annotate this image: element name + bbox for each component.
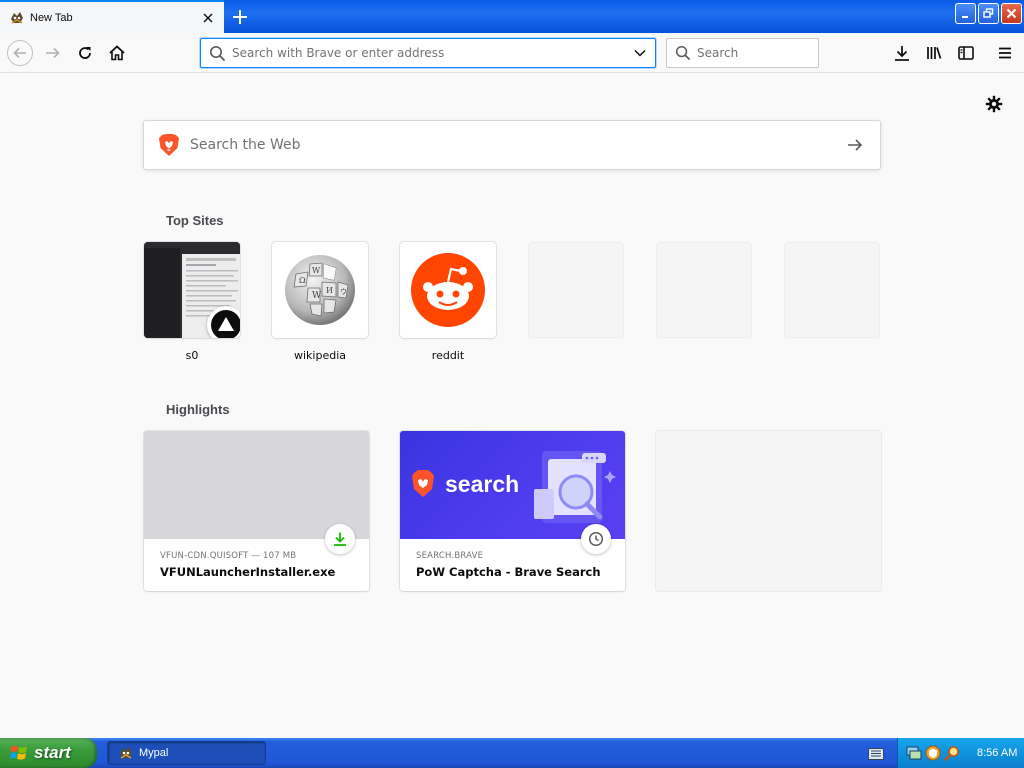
clock: 8:56 AM — [977, 747, 1018, 759]
card-title: VFUNLauncherInstaller.exe — [160, 565, 336, 579]
mypal-icon — [9, 10, 25, 26]
top-site-empty[interactable] — [784, 242, 880, 338]
card-host: VFUN-CDN.QUISOFT — 107 MB — [160, 551, 297, 561]
svg-text:W: W — [312, 291, 322, 301]
site-thumbnail[interactable] — [144, 242, 240, 338]
top-site-empty[interactable] — [528, 242, 624, 338]
card-preview: search — [400, 431, 625, 539]
search-bar[interactable] — [666, 38, 819, 68]
site-thumbnail[interactable]: Ω W W И ウ — [272, 242, 368, 338]
library-icon — [927, 47, 942, 59]
minimize-button[interactable] — [955, 3, 976, 24]
brave-search-banner: search — [412, 451, 616, 523]
web-search-input[interactable] — [190, 137, 846, 153]
svg-text:ウ: ウ — [340, 288, 347, 296]
reload-button[interactable] — [71, 39, 99, 67]
brave-lion-icon — [158, 133, 180, 157]
site-label: s0 — [185, 349, 199, 362]
search-icon — [210, 45, 226, 61]
web-search-box[interactable] — [143, 120, 881, 170]
sidebar-button[interactable] — [952, 39, 980, 67]
new-tab-button[interactable] — [226, 4, 254, 29]
highlight-card-download[interactable]: VFUN-CDN.QUISOFT — 107 MB VFUNLauncherIn… — [144, 431, 369, 591]
sidebar-icon — [958, 46, 974, 60]
taskbar-item-label: Mypal — [139, 747, 169, 759]
forward-arrow-icon — [46, 47, 60, 59]
s0-logo-icon — [207, 306, 240, 338]
clock-icon — [588, 531, 604, 547]
title-bar: New Tab — [0, 0, 1024, 33]
card-preview — [144, 431, 369, 539]
history-badge — [581, 524, 611, 554]
empty-site-tile[interactable] — [528, 242, 624, 338]
back-arrow-icon — [7, 40, 33, 66]
plus-icon — [233, 9, 247, 24]
tab-new-tab[interactable]: New Tab — [0, 0, 224, 33]
navigation-toolbar — [0, 33, 1024, 73]
library-button[interactable] — [920, 39, 948, 67]
window-controls — [955, 3, 1022, 24]
gear-icon — [985, 95, 1003, 113]
top-site-wikipedia[interactable]: Ω W W И ウ wikipedia — [272, 242, 368, 362]
highlight-card-brave-search[interactable]: search SEARCH.BRAVE PoW Captcha - Brave … — [400, 431, 625, 591]
empty-site-tile[interactable] — [656, 242, 752, 338]
network-icon[interactable] — [906, 745, 922, 761]
highlight-card-empty — [656, 431, 881, 591]
top-site-s0[interactable]: s0 — [144, 242, 240, 362]
site-label: wikipedia — [293, 349, 346, 362]
address-bar[interactable] — [200, 38, 656, 68]
start-button[interactable]: start — [0, 738, 97, 768]
top-site-empty[interactable] — [656, 242, 752, 338]
download-icon — [334, 532, 346, 546]
start-label: start — [34, 743, 71, 762]
arrow-right-icon[interactable] — [846, 136, 864, 154]
system-tray: 8:56 AM — [897, 738, 1024, 768]
svg-text:И: И — [326, 286, 333, 295]
card-host: SEARCH.BRAVE — [416, 551, 484, 561]
top-site-reddit[interactable]: reddit — [400, 242, 496, 362]
close-icon — [1006, 8, 1017, 19]
close-window-button[interactable] — [1001, 3, 1022, 24]
reload-icon — [79, 47, 91, 59]
downloads-button[interactable] — [888, 39, 916, 67]
reddit-snoo-icon — [411, 253, 485, 327]
minimize-icon — [962, 16, 968, 18]
empty-site-tile[interactable] — [784, 242, 880, 338]
customize-settings-button[interactable] — [984, 94, 1004, 114]
close-tab-icon[interactable] — [198, 8, 218, 28]
address-input[interactable] — [232, 40, 633, 66]
search-icon — [675, 45, 691, 61]
menu-button[interactable] — [991, 39, 1019, 67]
search-tray-icon[interactable] — [944, 745, 960, 761]
card-title: PoW Captcha - Brave Search — [416, 565, 601, 579]
wikipedia-globe-icon: Ω W W И ウ — [285, 255, 355, 325]
windows-logo-icon — [10, 745, 27, 760]
restore-icon — [983, 8, 994, 18]
download-badge — [325, 524, 355, 554]
highlights-heading: Highlights — [166, 402, 230, 417]
download-icon — [895, 46, 909, 61]
home-button[interactable] — [103, 39, 131, 67]
search-input[interactable] — [697, 46, 818, 60]
taskbar-item-mypal[interactable]: Mypal — [107, 741, 266, 765]
forward-button[interactable] — [39, 39, 67, 67]
svg-text:W: W — [312, 266, 321, 275]
restore-button[interactable] — [978, 3, 999, 24]
banner-search-text: search — [445, 471, 519, 497]
hamburger-menu-icon — [999, 47, 1011, 59]
back-button[interactable] — [6, 39, 34, 67]
security-shield-icon[interactable] — [925, 745, 941, 761]
chevron-down-icon[interactable] — [633, 46, 647, 60]
site-label: reddit — [431, 349, 465, 362]
mypal-icon — [120, 747, 132, 759]
tab-title: New Tab — [30, 11, 73, 24]
home-icon — [109, 45, 125, 61]
keyboard-icon[interactable] — [868, 747, 884, 765]
svg-text:Ω: Ω — [299, 276, 306, 285]
top-sites-heading: Top Sites — [166, 213, 224, 228]
site-thumbnail[interactable] — [400, 242, 496, 338]
taskbar: start Mypal 8:56 AM — [0, 738, 1024, 768]
